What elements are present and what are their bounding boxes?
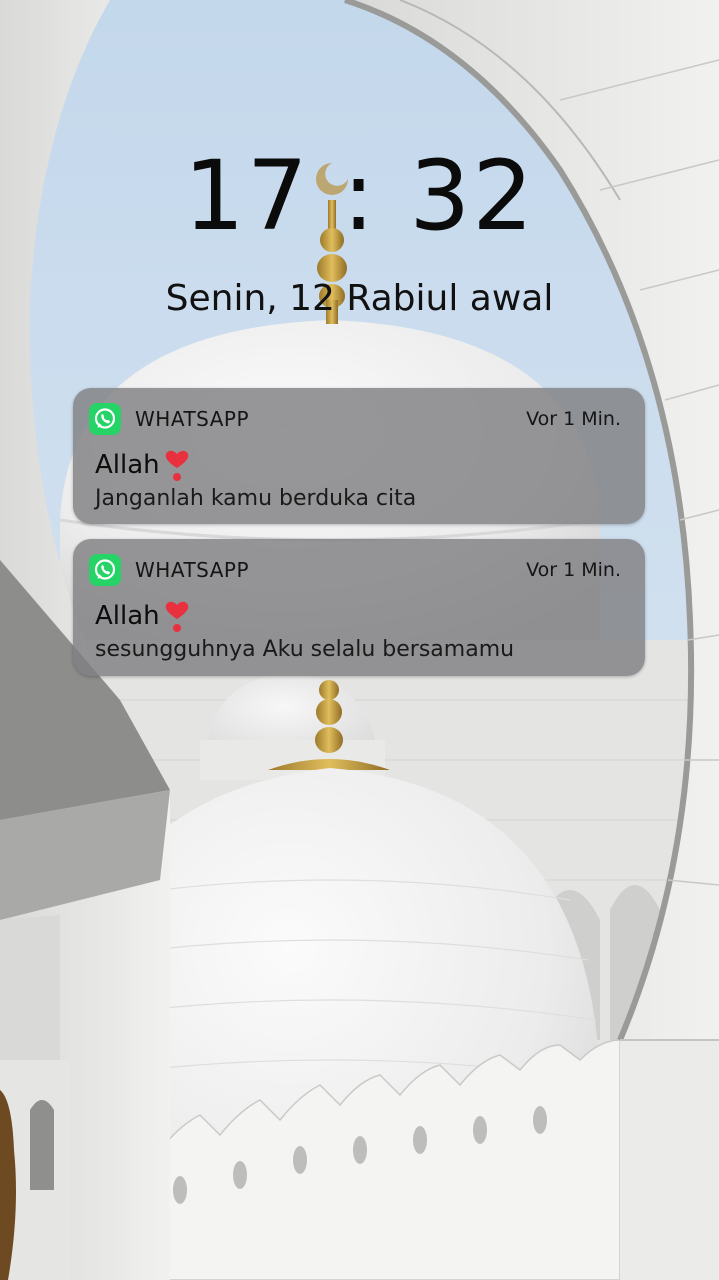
notification-app-name: WHATSAPP: [135, 407, 250, 431]
notification-sender: Allah: [95, 597, 192, 635]
whatsapp-icon: [89, 403, 121, 435]
lockscreen-clock: 17 : 32: [183, 140, 536, 252]
notification-title-text: Allah: [95, 450, 160, 480]
notification-time: Vor 1 Min.: [526, 559, 621, 581]
notification-header: WHATSAPP Vor 1 Min.: [89, 402, 621, 436]
notification-sender: Allah: [95, 446, 192, 484]
notification-card[interactable]: WHATSAPP Vor 1 Min. Allah sesungguhnya A…: [73, 539, 645, 676]
notification-app-name: WHATSAPP: [135, 558, 250, 582]
lockscreen-date: Senin, 12 Rabiul awal: [165, 278, 554, 319]
notification-message: Janganlah kamu berduka cita: [95, 486, 417, 511]
notification-time: Vor 1 Min.: [526, 408, 621, 430]
heart-exclamation-icon: [165, 601, 188, 632]
heart-exclamation-icon: [165, 450, 188, 481]
notification-card[interactable]: WHATSAPP Vor 1 Min. Allah Janganlah kamu…: [73, 388, 645, 524]
notification-header: WHATSAPP Vor 1 Min.: [89, 553, 621, 587]
notification-title-text: Allah: [95, 601, 160, 631]
notification-message: sesungguhnya Aku selalu bersamamu: [95, 637, 515, 662]
whatsapp-icon: [89, 554, 121, 586]
